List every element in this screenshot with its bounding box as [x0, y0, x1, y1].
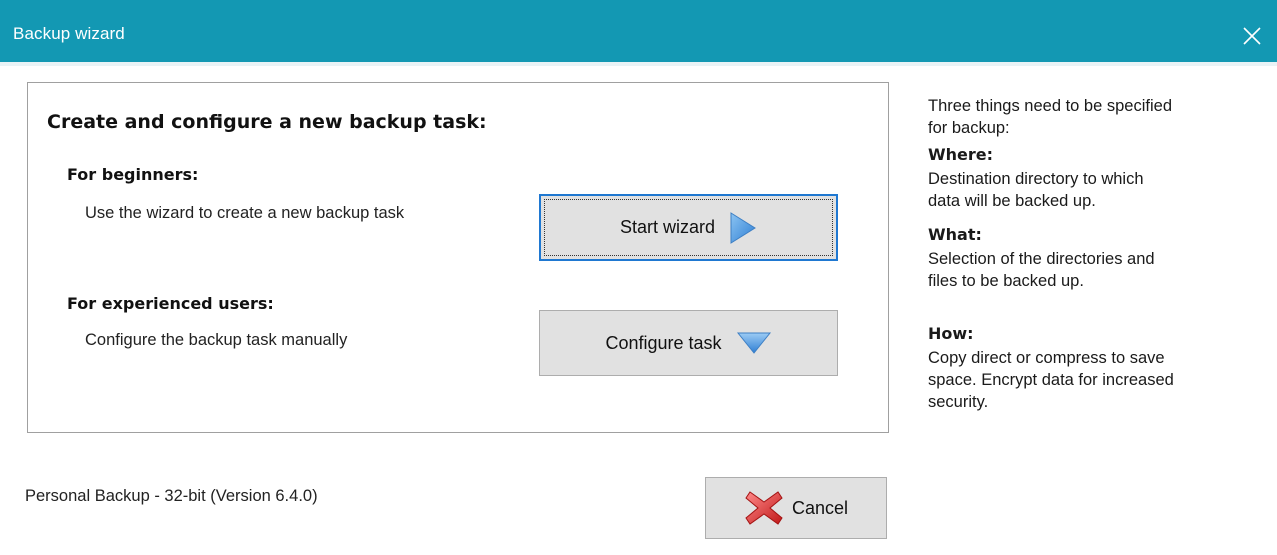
window-title: Backup wizard [13, 24, 125, 43]
cancel-button[interactable]: Cancel [705, 477, 887, 539]
where-heading: Where: [928, 145, 994, 164]
close-button[interactable] [1227, 12, 1277, 60]
arrow-right-icon [729, 211, 757, 245]
arrow-down-icon [736, 331, 772, 355]
experienced-title: For experienced users: [67, 294, 274, 313]
start-wizard-label: Start wizard [619, 217, 716, 237]
how-text: Copy direct or compress to save space. E… [928, 349, 1174, 411]
help-text: Three things need to be specified for ba… [928, 95, 1258, 413]
beginners-description: Use the wizard to create a new backup ta… [85, 204, 405, 222]
title-separator [0, 62, 1277, 66]
what-heading: What: [928, 225, 982, 244]
cancel-label: Cancel [791, 497, 849, 518]
start-wizard-button[interactable]: Start wizard [539, 194, 838, 261]
backup-wizard-window: Backup wizard Create and configure a new… [0, 0, 1277, 555]
what-text: Selection of the directories and files t… [928, 250, 1155, 290]
beginners-title: For beginners: [67, 165, 199, 184]
close-icon [1243, 27, 1261, 45]
version-label: Personal Backup - 32-bit (Version 6.4.0) [25, 487, 318, 505]
main-panel: Create and configure a new backup task: … [27, 82, 889, 433]
configure-task-button[interactable]: Configure task [539, 310, 838, 376]
help-intro: Three things need to be specified for ba… [928, 97, 1172, 137]
configure-task-label: Configure task [605, 332, 722, 353]
where-text: Destination directory to which data will… [928, 170, 1144, 210]
red-x-icon [744, 490, 784, 526]
experienced-description: Configure the backup task manually [85, 331, 348, 349]
title-bar: Backup wizard [0, 0, 1277, 62]
panel-heading: Create and configure a new backup task: [47, 111, 487, 133]
how-heading: How: [928, 324, 974, 343]
